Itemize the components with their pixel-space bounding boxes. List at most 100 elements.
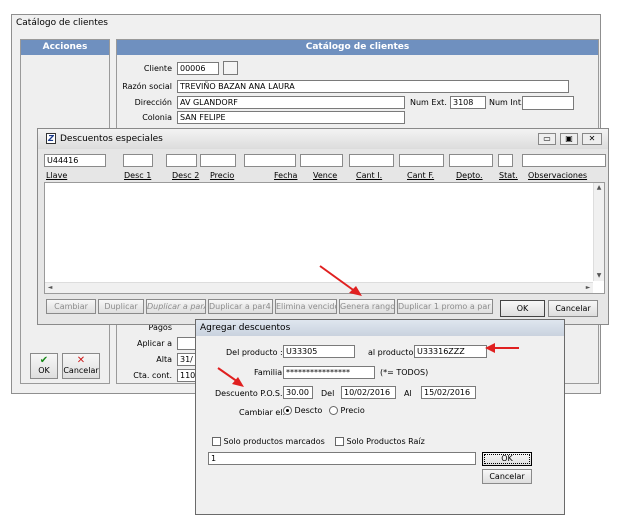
descuento-pos-field[interactable]: 30.00 <box>283 386 313 399</box>
main-cancel-button[interactable]: ✕ Cancelar <box>62 353 100 379</box>
col-vence[interactable]: Vence <box>313 171 337 180</box>
acciones-header: Acciones <box>21 40 109 55</box>
checkbox-icon <box>335 437 344 446</box>
solo-marcados-checkbox[interactable]: Solo productos marcados <box>212 437 325 446</box>
arrow-al-producto <box>485 343 519 353</box>
cliente-lookup-button[interactable] <box>223 61 238 75</box>
radio-descto-label: Descto <box>294 406 323 415</box>
del-producto-label: Del producto : <box>226 348 283 357</box>
familia-hint: (*= TODOS) <box>380 368 429 377</box>
colonia-field[interactable]: SAN FELIPE <box>177 111 405 124</box>
duplicar-button[interactable]: Duplicar <box>98 299 144 314</box>
descuentos-cancel-button[interactable]: Cancelar <box>548 300 598 317</box>
scroll-up-icon[interactable]: ▲ <box>594 183 604 193</box>
col-cant-i[interactable]: Cant I. <box>356 171 382 180</box>
razon-social-label: Razón social <box>122 82 172 91</box>
al-producto-label: al producto : <box>368 348 419 357</box>
vertical-scrollbar[interactable]: ▲ ▼ <box>593 183 604 281</box>
scroll-right-icon[interactable]: ► <box>583 283 593 293</box>
main-window-title: Catálogo de clientes <box>16 18 108 28</box>
familia-field[interactable]: **************** <box>283 366 375 379</box>
solo-raiz-label: Solo Productos Raíz <box>346 437 425 446</box>
num-int-field[interactable] <box>522 96 574 110</box>
radio-selected-icon <box>283 406 292 415</box>
del-fecha-field[interactable]: 10/02/2016 <box>341 386 396 399</box>
al-fecha-label: Al <box>404 389 412 398</box>
radio-precio-label: Precio <box>340 406 365 415</box>
del-fecha-label: Del <box>321 389 335 398</box>
filter-vence-input[interactable] <box>300 154 343 167</box>
filter-row: U44416 <box>44 154 606 168</box>
close-window-button[interactable]: ✕ <box>582 133 602 145</box>
direccion-field[interactable]: AV GLANDORF <box>177 96 405 109</box>
scroll-left-icon[interactable]: ◄ <box>45 283 55 293</box>
agregar-title: Agregar descuentos <box>200 323 291 333</box>
num-ext-label: Num Ext. <box>410 98 447 107</box>
col-desc2[interactable]: Desc 2 <box>172 171 199 180</box>
filter-desc1-input[interactable] <box>123 154 153 167</box>
duplicar-parA-button[interactable]: Duplicar a parA <box>146 299 206 314</box>
alta-label: Alta <box>156 355 172 364</box>
filter-fecha-input[interactable] <box>244 154 296 167</box>
descuento-pos-label: Descuento P.O.S. <box>215 389 283 398</box>
scroll-down-icon[interactable]: ▼ <box>594 271 604 281</box>
filter-cant-i-input[interactable] <box>349 154 394 167</box>
main-ok-button[interactable]: ✔ OK <box>30 353 58 379</box>
agregar-cancel-button[interactable]: Cancelar <box>482 469 532 484</box>
filter-cant-f-input[interactable] <box>399 154 444 167</box>
descuentos-title: Descuentos especiales <box>60 134 163 144</box>
agregar-ok-button[interactable]: OK <box>482 452 532 466</box>
col-precio[interactable]: Precio <box>210 171 234 180</box>
aplicar-label: Aplicar a <box>136 339 172 348</box>
aplicar-field[interactable] <box>177 337 197 350</box>
cta-cont-label: Cta. cont. <box>133 371 172 380</box>
col-fecha[interactable]: Fecha <box>274 171 297 180</box>
duplicar-par4ii-button[interactable]: Duplicar a par4 II <box>208 299 273 314</box>
descuentos-ok-button[interactable]: OK <box>500 300 545 317</box>
filter-depto-input[interactable] <box>449 154 493 167</box>
radio-descto[interactable]: Descto <box>283 406 322 415</box>
col-observaciones[interactable]: Observaciones <box>528 171 587 180</box>
radio-unselected-icon <box>329 406 338 415</box>
descuentos-titlebar: Z Descuentos especiales ▭ ▣ ✕ <box>38 129 608 149</box>
num-int-label: Num Int. <box>489 98 524 107</box>
bottom-input[interactable]: 1 <box>208 452 476 465</box>
alta-field[interactable]: 31/ <box>177 353 197 366</box>
close-icon: ✕ <box>76 355 86 366</box>
arrow-descuento-pos <box>217 367 244 387</box>
check-icon: ✔ <box>39 355 49 366</box>
cliente-field[interactable]: 00006 <box>177 62 219 75</box>
razon-social-field[interactable]: TREVIÑO BAZAN ANA LAURA <box>177 80 569 93</box>
agregar-titlebar: Agregar descuentos <box>196 320 564 336</box>
col-desc1[interactable]: Desc 1 <box>124 171 151 180</box>
filter-desc2-input[interactable] <box>166 154 197 167</box>
duplicar-promo-button[interactable]: Duplicar 1 promo a par 4 <box>397 299 493 314</box>
cambiar-button[interactable]: Cambiar <box>46 299 96 314</box>
catalog-header: Catálogo de clientes <box>117 40 598 55</box>
filter-precio-input[interactable] <box>200 154 236 167</box>
al-fecha-field[interactable]: 15/02/2016 <box>421 386 476 399</box>
del-producto-field[interactable]: U33305 <box>283 345 355 358</box>
col-llave[interactable]: Llave <box>46 171 67 180</box>
arrow-genera-rangos <box>319 265 362 296</box>
filter-stat-input[interactable] <box>498 154 513 167</box>
minimize-button[interactable]: ▭ <box>538 133 556 145</box>
maximize-button[interactable]: ▣ <box>560 133 578 145</box>
radio-precio[interactable]: Precio <box>329 406 365 415</box>
al-producto-field[interactable]: U33316ZZZ <box>414 345 487 358</box>
col-cant-f[interactable]: Cant F. <box>407 171 434 180</box>
main-ok-label: OK <box>38 366 50 375</box>
main-cancel-label: Cancelar <box>63 366 99 375</box>
checkbox-icon <box>212 437 221 446</box>
familia-label: Familia: <box>254 368 285 377</box>
cliente-label: Cliente <box>143 64 172 73</box>
cambiar-el-label: Cambiar el: <box>239 408 286 417</box>
num-ext-field[interactable]: 3108 <box>450 96 486 109</box>
direccion-label: Dirección <box>134 98 172 107</box>
solo-raiz-checkbox[interactable]: Solo Productos Raíz <box>335 437 425 446</box>
cta-cont-field[interactable]: 1104 <box>177 369 197 382</box>
filter-observaciones-input[interactable] <box>522 154 606 167</box>
filter-llave-input[interactable]: U44416 <box>44 154 106 167</box>
col-depto[interactable]: Depto. <box>456 171 483 180</box>
col-stat[interactable]: Stat. <box>499 171 518 180</box>
